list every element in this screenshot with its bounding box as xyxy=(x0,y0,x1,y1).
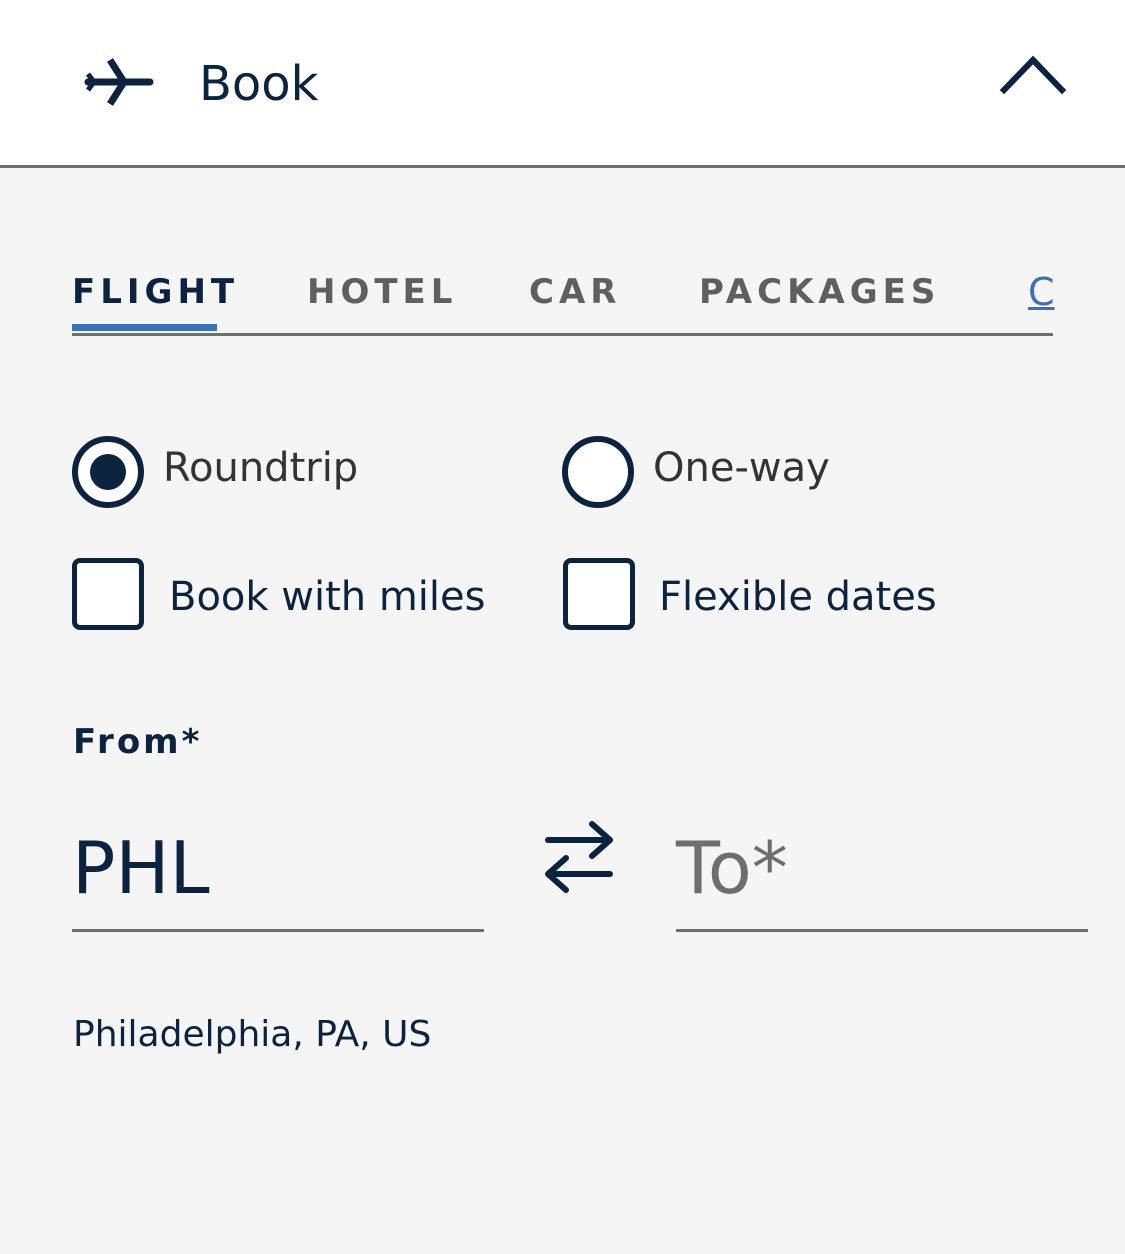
to-placeholder: To* xyxy=(676,826,788,910)
one-way-radio[interactable] xyxy=(562,436,634,508)
roundtrip-label[interactable]: Roundtrip xyxy=(163,440,358,496)
flexible-dates-label[interactable]: Flexible dates xyxy=(659,569,937,625)
one-way-label[interactable]: One-way xyxy=(653,440,830,496)
tab-packages[interactable]: PACKAGES xyxy=(699,272,940,312)
booking-tabs: FLIGHT HOTEL CAR PACKAGES C xyxy=(72,264,1055,336)
plane-icon xyxy=(84,58,154,106)
tab-more-truncated[interactable]: C xyxy=(1028,270,1055,314)
from-value: PHL xyxy=(72,826,210,910)
radio-selected-dot xyxy=(90,454,126,490)
tab-car[interactable]: CAR xyxy=(529,272,621,312)
from-city-caption: Philadelphia, PA, US xyxy=(73,1014,432,1055)
chevron-up-icon[interactable] xyxy=(998,50,1068,98)
flexible-dates-checkbox[interactable] xyxy=(563,558,635,630)
active-tab-indicator xyxy=(72,324,217,331)
from-input[interactable]: PHL xyxy=(72,802,484,932)
from-label: From* xyxy=(73,722,203,762)
roundtrip-radio[interactable] xyxy=(72,436,144,508)
book-header[interactable]: Book xyxy=(0,0,1125,168)
header-title: Book xyxy=(199,56,319,112)
book-with-miles-checkbox[interactable] xyxy=(72,558,144,630)
tab-hotel[interactable]: HOTEL xyxy=(307,272,457,312)
book-with-miles-label[interactable]: Book with miles xyxy=(169,569,485,625)
tab-flight[interactable]: FLIGHT xyxy=(72,272,239,312)
swap-arrows-icon[interactable] xyxy=(542,816,616,896)
to-input[interactable]: To* xyxy=(676,802,1088,932)
